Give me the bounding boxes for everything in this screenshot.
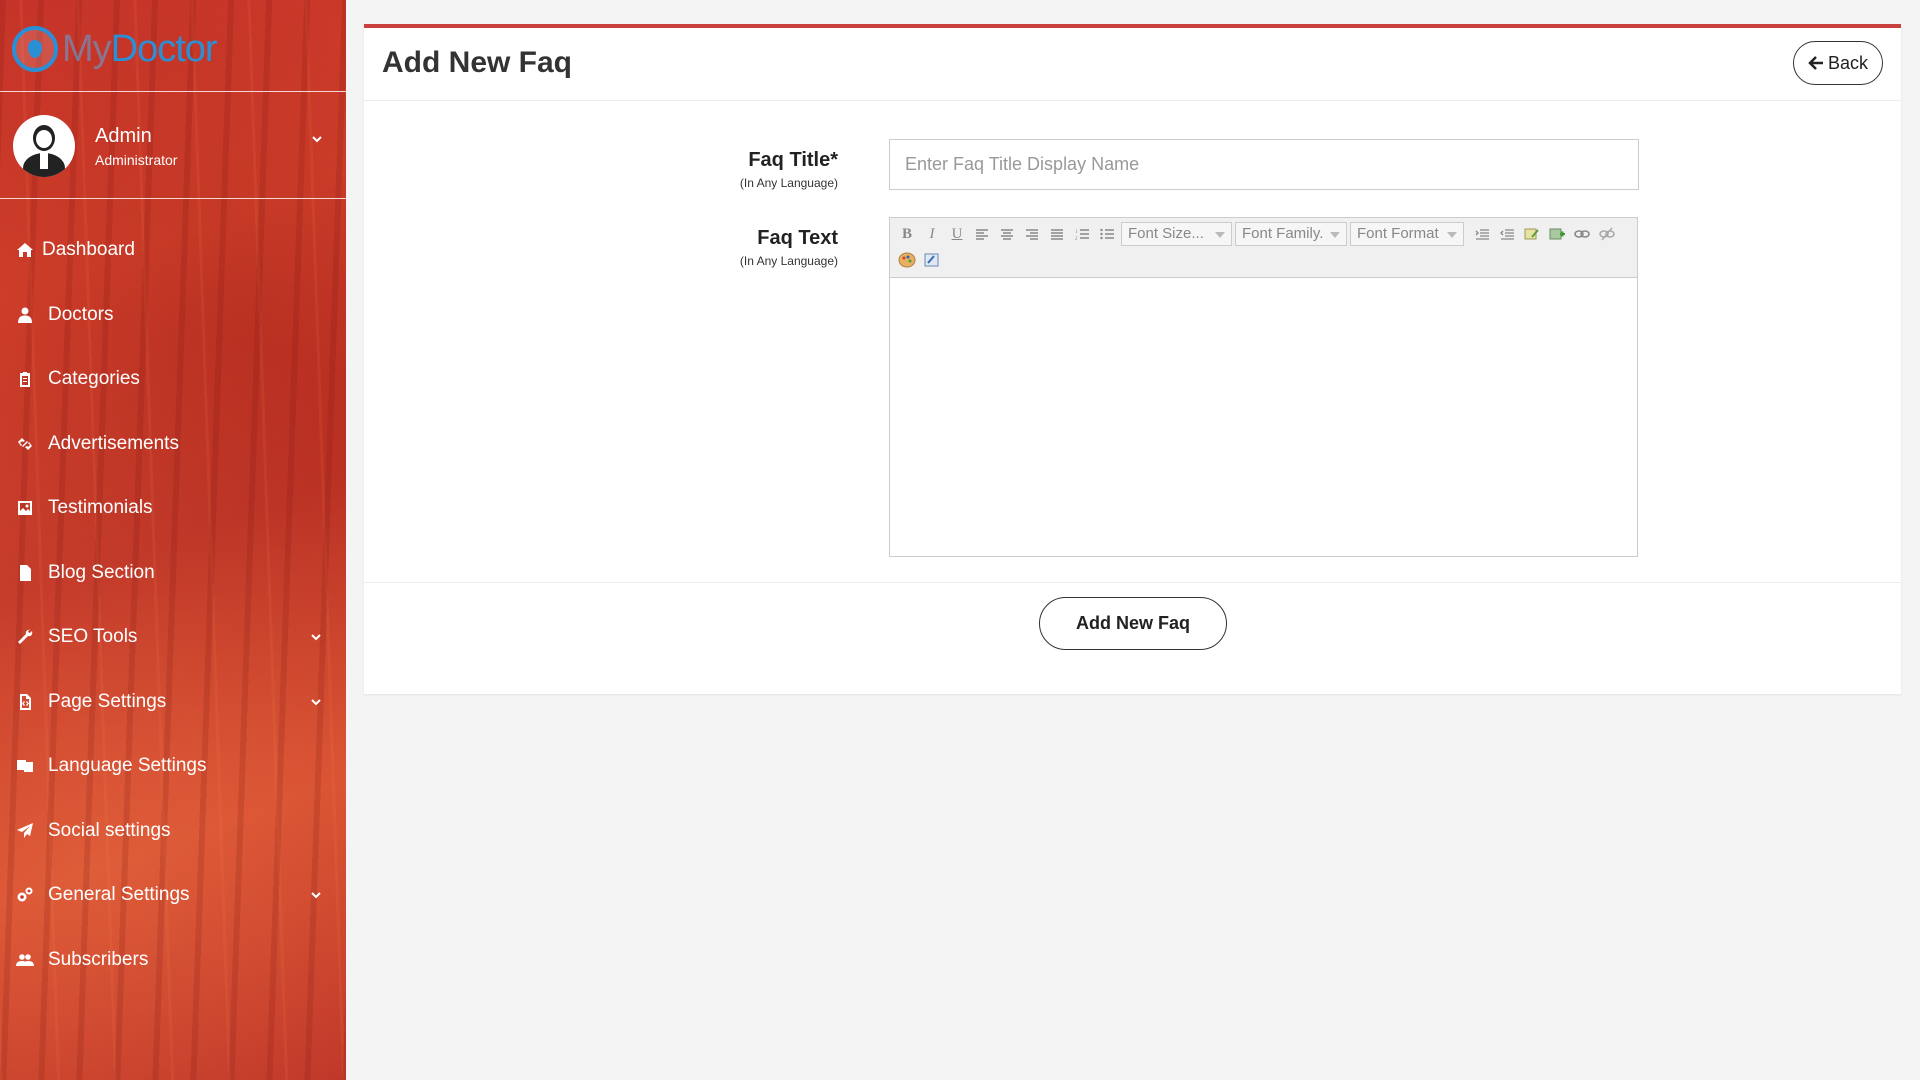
sidebar-item-advertisements[interactable]: Advertisements [0,412,346,477]
paper-plane-icon [14,821,36,841]
unordered-list-icon[interactable] [1096,223,1118,245]
sidebar-item-seo-tools[interactable]: SEO Tools [0,605,346,670]
sidebar-item-label: SEO Tools [48,626,138,648]
cogs-icon [14,885,36,905]
sidebar-item-social-settings[interactable]: Social settings [0,799,346,864]
italic-icon[interactable]: I [921,223,943,245]
faq-title-label-group: Faq Title* (In Any Language) [740,149,838,190]
color-palette-icon[interactable] [896,249,918,271]
user-role: Administrator [95,151,178,168]
sidebar-divider [0,91,346,92]
chevron-down-icon [310,885,322,907]
panel-header: Add New Faq Back [364,28,1901,101]
sidebar: MyDoctor Admin Administrator Dashboard Do… [0,0,346,1080]
indent-icon[interactable] [1471,223,1493,245]
file-code-icon [14,692,36,712]
link-icon [14,434,36,454]
font-size-select[interactable]: Font Size... [1121,222,1232,246]
user-md-icon [14,305,36,325]
sidebar-item-categories[interactable]: Categories [0,347,346,412]
faq-text-label-group: Faq Text (In Any Language) [740,227,838,268]
align-justify-icon[interactable] [1046,223,1068,245]
back-button[interactable]: Back [1792,41,1883,85]
sidebar-item-subscribers[interactable]: Subscribers [0,928,346,993]
svg-text:1: 1 [1075,230,1078,235]
font-format-label: Font Format [1357,225,1439,242]
chevron-down-icon [310,692,322,714]
sidebar-item-label: Social settings [48,819,171,841]
edit-image-icon[interactable] [1521,223,1543,245]
avatar [13,115,75,177]
brand-name-part1: My [62,27,112,70]
users-icon [14,950,36,970]
sidebar-item-general-settings[interactable]: General Settings [0,863,346,928]
brand-name: MyDoctor [62,27,218,71]
font-family-label: Font Family. [1242,225,1324,242]
sidebar-item-label: Dashboard [42,239,135,261]
bold-icon[interactable]: B [896,223,918,245]
main-panel: Add New Faq Back Faq Title* (In Any Lang… [364,24,1901,694]
user-name: Admin [95,124,152,147]
sidebar-item-label: General Settings [48,884,190,906]
sidebar-item-page-settings[interactable]: Page Settings [0,670,346,735]
document-icon [14,563,36,583]
sidebar-item-label: Doctors [48,303,114,325]
faq-text-sublabel: (In Any Language) [739,254,838,268]
sidebar-item-label: Subscribers [48,948,149,970]
sidebar-item-label: Advertisements [48,432,179,454]
align-right-icon[interactable] [1021,223,1043,245]
faq-title-label: Faq Title* [748,149,838,171]
panel-footer: Add New Faq [364,582,1901,694]
image-icon [14,498,36,518]
underline-icon[interactable]: U [946,223,968,245]
sidebar-item-label: Page Settings [48,690,167,712]
align-center-icon[interactable] [996,223,1018,245]
html-source-icon[interactable] [921,249,943,271]
clipboard-icon [14,369,36,389]
ordered-list-icon[interactable]: 12 [1071,223,1093,245]
editor-content-area[interactable] [890,278,1637,556]
faq-text-label: Faq Text [757,227,838,249]
font-format-select[interactable]: Font Format [1350,222,1464,246]
sidebar-item-label: Language Settings [48,755,207,777]
page-title: Add New Faq [382,46,573,79]
align-left-icon[interactable] [971,223,993,245]
user-profile[interactable]: Admin Administrator [13,114,333,178]
faq-title-input[interactable] [889,139,1639,190]
sidebar-item-doctors[interactable]: Doctors [0,283,346,348]
outdent-icon[interactable] [1496,223,1518,245]
home-icon [14,240,36,260]
sidebar-item-dashboard[interactable]: Dashboard [0,218,346,283]
sidebar-item-label: Categories [48,368,140,390]
brand-logo[interactable]: MyDoctor [12,24,218,74]
faq-title-sublabel: (In Any Language) [739,176,838,190]
sidebar-divider [0,198,346,199]
chevron-down-icon [310,627,322,649]
editor-toolbar: B I U 12 Font Size... Font Family. Font … [890,218,1637,278]
svg-text:2: 2 [1075,237,1078,240]
sidebar-item-blog-section[interactable]: Blog Section [0,541,346,606]
wrench-icon [14,627,36,647]
sidebar-item-language-settings[interactable]: Language Settings [0,734,346,799]
chevron-down-icon[interactable] [311,132,323,150]
sidebar-nav: Dashboard Doctors Categories Advertisements… [0,218,346,992]
sidebar-item-testimonials[interactable]: Testimonials [0,476,346,541]
language-icon [14,756,36,776]
logo-icon [12,26,58,72]
add-new-faq-button[interactable]: Add New Faq [1039,597,1227,650]
insert-image-icon[interactable] [1546,223,1568,245]
sidebar-item-label: Testimonials [48,497,153,519]
brand-name-part2: Doctor [110,27,218,70]
rich-text-editor: B I U 12 Font Size... Font Family. Font … [889,217,1638,557]
unlink-icon[interactable] [1596,223,1618,245]
link-icon[interactable] [1571,223,1593,245]
arrow-left-icon [1808,56,1823,70]
font-family-select[interactable]: Font Family. [1235,222,1347,246]
back-button-label: Back [1827,52,1868,73]
sidebar-item-label: Blog Section [48,561,155,583]
font-size-label: Font Size... [1128,225,1204,242]
